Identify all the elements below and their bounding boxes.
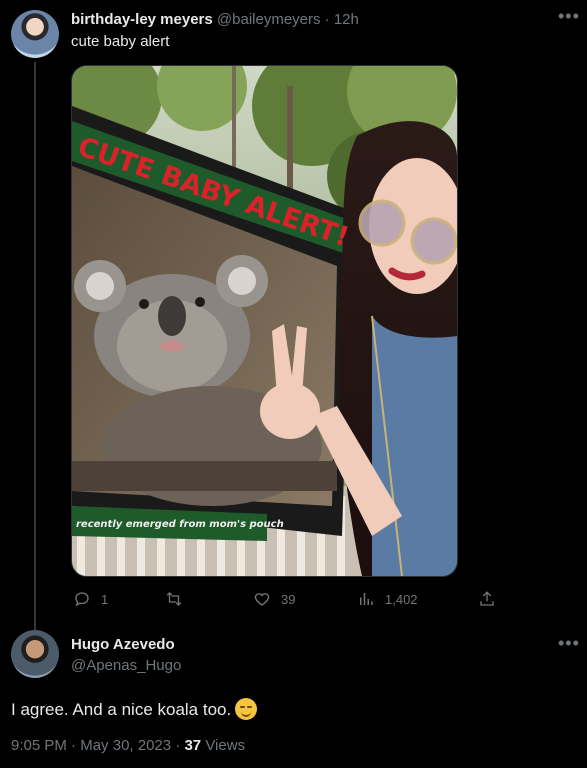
tweet-text: cute baby alert: [71, 33, 170, 50]
heart-icon: [254, 593, 270, 606]
author-handle[interactable]: @baileymeyers: [217, 11, 321, 28]
reply-button[interactable]: 1: [73, 590, 108, 608]
reply-count: 1: [101, 591, 109, 607]
share-button[interactable]: [478, 590, 496, 608]
thread-connector-line: [34, 62, 36, 630]
meta-separator-2: ·: [175, 737, 181, 754]
reply-more-options-icon[interactable]: •••: [558, 633, 580, 654]
reply-views-label: Views: [205, 737, 246, 754]
author-name[interactable]: birthday-ley meyers: [71, 11, 213, 28]
reply-text-line: I agree. And a nice koala too.: [11, 698, 258, 720]
reply-icon: [75, 592, 89, 607]
more-options-icon[interactable]: •••: [558, 6, 580, 27]
analytics-icon: [360, 593, 373, 605]
author-avatar[interactable]: [11, 10, 59, 58]
tweet-photo[interactable]: CUTE BABY ALERT! recently emerged from m…: [71, 65, 458, 577]
smirk-emoji-icon: [235, 698, 258, 720]
retweet-button[interactable]: [164, 590, 194, 608]
reply-date[interactable]: May 30, 2023: [80, 737, 171, 754]
reply-author-name[interactable]: Hugo Azevedo: [71, 636, 175, 653]
reply-views-count: 37: [184, 737, 202, 754]
sign-caption: recently emerged from mom's pouch: [76, 519, 284, 530]
reply-text: I agree. And a nice koala too.: [11, 700, 232, 719]
header-separator: ·: [324, 11, 330, 28]
reply-time[interactable]: 9:05 PM: [11, 737, 67, 754]
retweet-icon: [166, 592, 182, 606]
tweet-time[interactable]: 12h: [334, 11, 359, 28]
views-button[interactable]: 1,402: [357, 590, 418, 608]
like-button[interactable]: 39: [253, 590, 295, 608]
tweet-header: birthday-ley meyers @baileymeyers · 12h: [71, 11, 359, 28]
like-count: 39: [281, 591, 296, 607]
share-icon: [480, 591, 494, 606]
reply-author-avatar[interactable]: [11, 630, 59, 678]
photo-illustration: CUTE BABY ALERT! recently emerged from m…: [72, 66, 457, 576]
meta-separator-1: ·: [71, 737, 77, 754]
reply-author-handle[interactable]: @Apenas_Hugo: [71, 657, 181, 674]
reply-meta: 9:05 PM · May 30, 2023 · 37 Views: [11, 737, 245, 754]
view-count: 1,402: [385, 591, 418, 607]
